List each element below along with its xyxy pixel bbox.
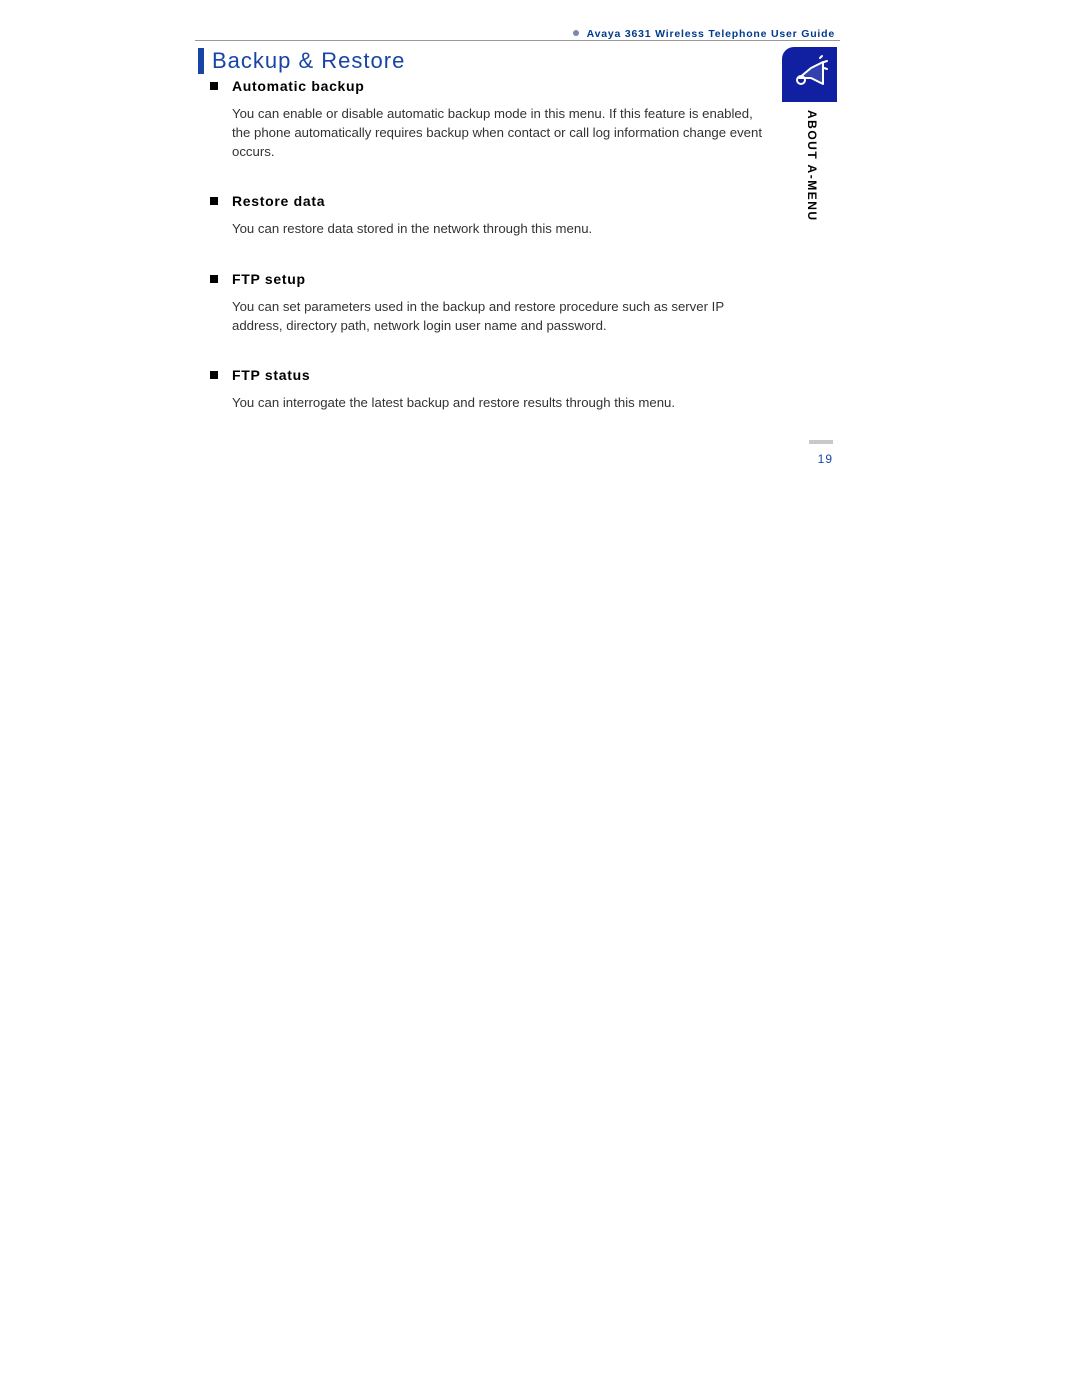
square-bullet-icon bbox=[210, 197, 218, 205]
square-bullet-icon bbox=[210, 371, 218, 379]
item-title: Automatic backup bbox=[232, 78, 365, 94]
guide-title-text: Avaya 3631 Wireless Telephone User Guide bbox=[587, 28, 835, 40]
item-header: FTP setup bbox=[210, 271, 770, 287]
side-label: ABOUT A-MENU bbox=[805, 110, 819, 222]
item-title: FTP setup bbox=[232, 271, 306, 287]
header-rule bbox=[195, 40, 840, 41]
item-description: You can restore data stored in the netwo… bbox=[232, 219, 770, 238]
content-area: Automatic backup You can enable or disab… bbox=[210, 78, 770, 444]
item-title: Restore data bbox=[232, 193, 325, 209]
item-title: FTP status bbox=[232, 367, 310, 383]
page-number: 19 bbox=[809, 452, 833, 466]
list-item: FTP setup You can set parameters used in… bbox=[210, 271, 770, 335]
megaphone-icon bbox=[789, 54, 831, 96]
page-number-bar bbox=[809, 440, 833, 444]
side-tab-badge bbox=[782, 47, 837, 102]
bullet-icon bbox=[573, 30, 579, 36]
item-description: You can enable or disable automatic back… bbox=[232, 104, 770, 161]
item-header: Restore data bbox=[210, 193, 770, 209]
item-header: Automatic backup bbox=[210, 78, 770, 94]
header-guide-title: Avaya 3631 Wireless Telephone User Guide bbox=[573, 28, 835, 40]
item-description: You can set parameters used in the backu… bbox=[232, 297, 770, 335]
section-title: Backup & Restore bbox=[198, 48, 405, 74]
square-bullet-icon bbox=[210, 275, 218, 283]
list-item: Automatic backup You can enable or disab… bbox=[210, 78, 770, 161]
square-bullet-icon bbox=[210, 82, 218, 90]
list-item: Restore data You can restore data stored… bbox=[210, 193, 770, 238]
list-item: FTP status You can interrogate the lates… bbox=[210, 367, 770, 412]
item-description: You can interrogate the latest backup an… bbox=[232, 393, 770, 412]
page-number-block: 19 bbox=[809, 440, 833, 466]
item-header: FTP status bbox=[210, 367, 770, 383]
